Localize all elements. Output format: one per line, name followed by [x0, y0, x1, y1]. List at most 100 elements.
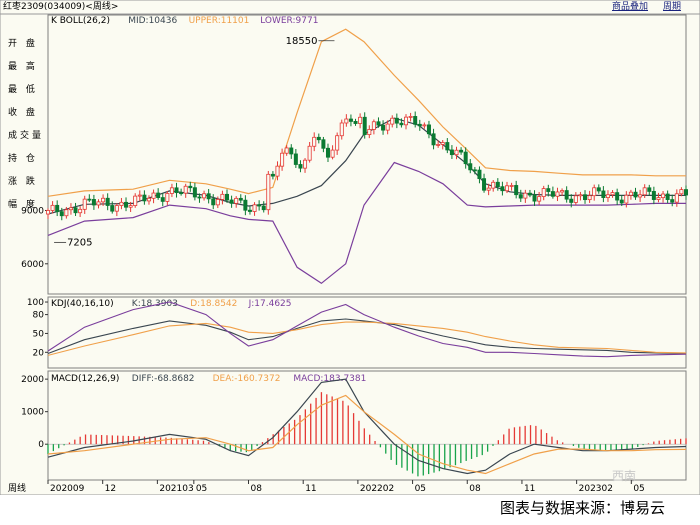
candle-body [238, 197, 243, 201]
sidebar-item-open-interest[interactable]: 持 仓 [8, 153, 44, 165]
candle-body [114, 205, 119, 212]
candle-body [225, 193, 230, 201]
candle-body [385, 123, 390, 131]
macd-legend-3: MACD:183.7381 [293, 374, 366, 384]
candle-body [459, 149, 464, 153]
x-tick-label-4: 08 [251, 484, 263, 494]
candle-body [564, 190, 569, 200]
candle-body [257, 204, 262, 207]
candle-body [330, 149, 335, 158]
candle-body [46, 210, 51, 215]
candle-body [73, 207, 78, 214]
candle-body [234, 197, 239, 204]
candle-body [353, 121, 358, 124]
candle-body [325, 147, 330, 158]
candle-body [624, 194, 629, 204]
overlay-commodity-link[interactable]: 商品叠加 [612, 1, 648, 13]
kdj-ytick-label-1: 50 [33, 329, 45, 339]
candle-body [546, 188, 551, 192]
candle-body [592, 187, 597, 197]
panel-frame-2 [47, 370, 687, 481]
candle-body [284, 147, 289, 154]
candle-body [215, 199, 220, 206]
sidebar-item-high[interactable]: 最 高 [8, 61, 44, 73]
candle-body [247, 209, 252, 212]
candle-body [422, 124, 427, 127]
candle-body [261, 205, 266, 211]
macd-legend-1: DIFF:-68.8682 [132, 374, 195, 384]
candle-body [638, 194, 643, 198]
candle-body [142, 194, 147, 202]
candle-body [169, 187, 174, 194]
candle-body [266, 173, 271, 211]
candle-body [280, 152, 285, 167]
sidebar-item-low[interactable]: 最 低 [8, 84, 44, 96]
macd-legend-2: DEA:-160.7372 [213, 374, 281, 384]
candle-body [573, 195, 578, 203]
candle-body [321, 139, 326, 149]
candle-body [160, 197, 165, 202]
boll-legend-1: MID:10436 [128, 16, 177, 26]
candle-body [59, 211, 64, 217]
candle-body [371, 121, 376, 130]
x-tick-label-5: 11 [305, 484, 316, 494]
macd-ytick-label-2: 2000 [21, 375, 44, 385]
candle-body [183, 185, 188, 194]
candle-body [275, 165, 280, 177]
candle-body [509, 185, 514, 187]
candle-body [68, 207, 73, 211]
candle-body [596, 187, 601, 192]
candle-body [55, 204, 60, 213]
period-link[interactable]: 周期 [663, 1, 681, 13]
candle-body [307, 145, 312, 161]
sidebar-item-change[interactable]: 涨 跌 [8, 176, 44, 188]
candle-body [344, 118, 349, 124]
x-tick-label-9: 11 [524, 484, 535, 494]
kdj-legend-1: K:18.3903 [132, 299, 178, 309]
candle-body [50, 204, 55, 211]
candle-body [491, 181, 496, 189]
candle-body [537, 196, 542, 202]
x-tick-label-1: 12 [105, 484, 116, 494]
candle-body [211, 198, 216, 206]
candle-body [674, 193, 679, 203]
candle-body [362, 116, 367, 136]
panel-frame-0 [47, 14, 687, 295]
candle-body [289, 147, 294, 155]
macd-ytick-label-0: 0 [38, 440, 44, 450]
candle-body [431, 133, 436, 146]
x-tick-label-11: 05 [633, 484, 644, 494]
candle-body [523, 192, 528, 199]
candle-body [151, 192, 156, 199]
candle-body [504, 185, 509, 192]
candle-body [335, 135, 340, 151]
candle-body [124, 201, 129, 208]
candle-body [569, 198, 574, 203]
candle-body [647, 187, 652, 192]
candle-body [252, 204, 257, 212]
candle-body [303, 159, 308, 169]
candle-body [541, 188, 546, 197]
x-tick-label-3: 05 [196, 484, 207, 494]
candle-body [587, 195, 592, 201]
sidebar-item-volume[interactable]: 成交量 [8, 130, 44, 142]
sidebar-item-change-pct[interactable]: 幅 度 [8, 199, 44, 211]
candle-body [583, 194, 588, 201]
candle-body [633, 191, 638, 198]
candle-body [87, 198, 92, 201]
candle-body [339, 122, 344, 137]
sidebar-item-open[interactable]: 开 盘 [8, 38, 44, 50]
candle-body [619, 199, 624, 204]
candle-body [220, 193, 225, 200]
candle-body [555, 191, 560, 197]
sidebar-item-close[interactable]: 收 盘 [8, 107, 44, 119]
candle-body [197, 196, 202, 199]
x-tick-label-0: 202009 [50, 484, 85, 494]
candle-body [670, 199, 675, 203]
candle-body [358, 116, 363, 124]
candle-body [316, 136, 321, 141]
kdj-ytick-label-3: 100 [27, 298, 44, 308]
candle-body [615, 192, 620, 201]
candle-body [656, 197, 661, 200]
candle-body [436, 144, 441, 146]
